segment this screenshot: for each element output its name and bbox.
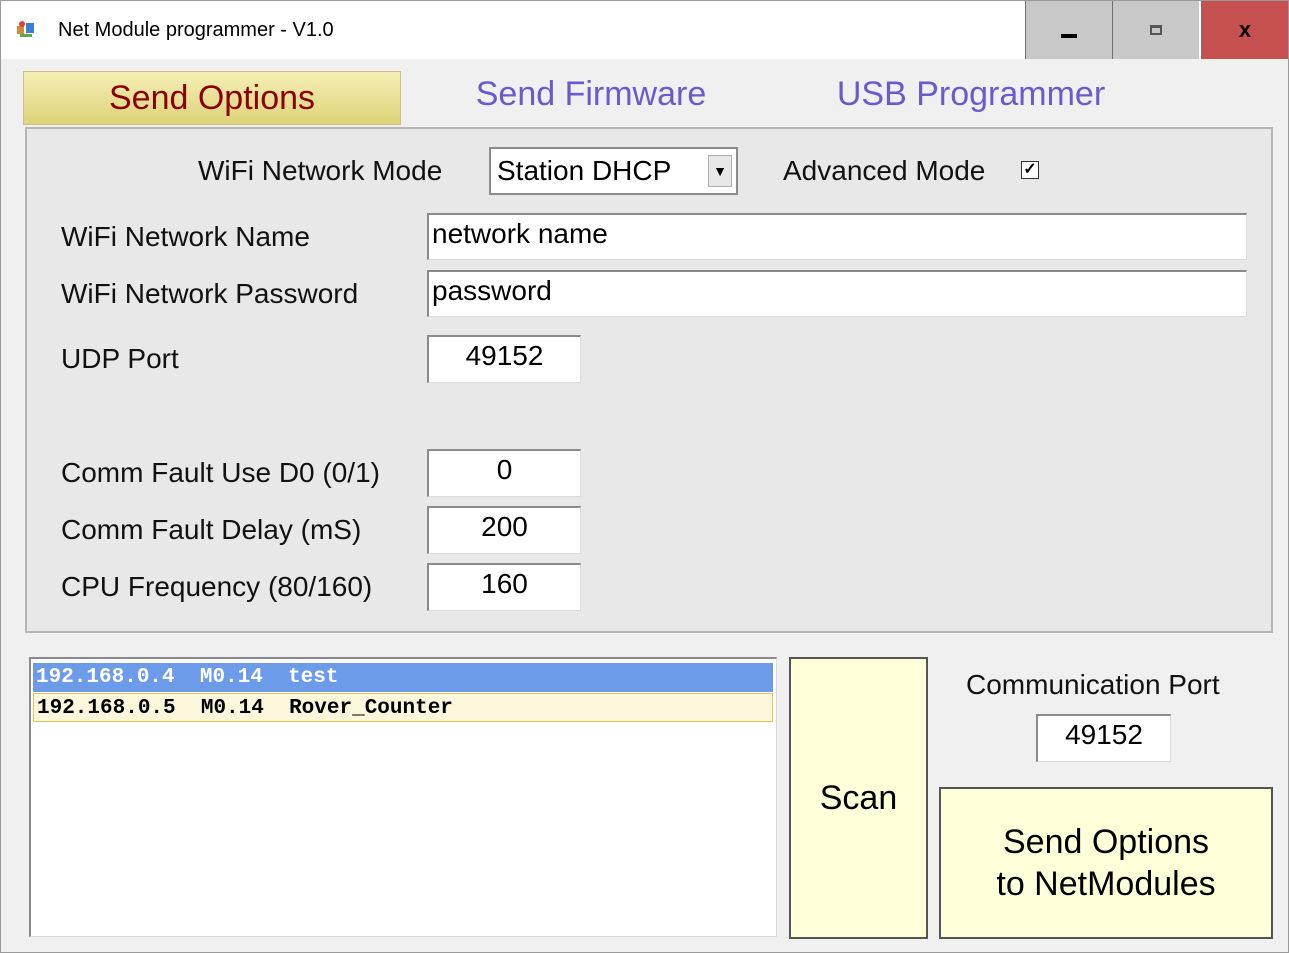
- device-version: M0.14: [199, 666, 263, 689]
- comm-fault-d0-field[interactable]: 0: [427, 449, 581, 497]
- cpu-frequency-label: CPU Frequency (80/160): [61, 571, 373, 602]
- udp-port-field[interactable]: 49152: [427, 335, 581, 383]
- comm-fault-delay-field[interactable]: 200: [427, 506, 581, 554]
- maximize-icon: [1150, 25, 1162, 35]
- network-password-field[interactable]: password: [427, 270, 1247, 317]
- scan-button[interactable]: Scan: [789, 657, 928, 939]
- comm-fault-d0-label: Comm Fault Use D0 (0/1): [61, 457, 380, 488]
- comm-fault-delay-label: Comm Fault Delay (mS): [61, 514, 362, 545]
- advanced-mode-label: Advanced Mode: [783, 155, 986, 186]
- device-version: M0.14: [200, 697, 264, 720]
- network-password-label: WiFi Network Password: [61, 278, 359, 309]
- list-item[interactable]: 192.168.0.4 M0.14 test: [33, 663, 773, 692]
- send-button-line1: Send Options: [1002, 823, 1210, 861]
- comm-port-field[interactable]: 49152: [1036, 714, 1171, 762]
- maximize-button[interactable]: [1112, 1, 1199, 59]
- app-icon: [17, 21, 34, 37]
- title-bar[interactable]: Net Module programmer - V1.0 x: [1, 1, 1288, 59]
- close-button[interactable]: x: [1201, 1, 1288, 59]
- network-name-field[interactable]: network name: [427, 213, 1247, 260]
- wifi-mode-label: WiFi Network Mode: [198, 155, 443, 186]
- comm-port-label: Communication Port: [966, 669, 1220, 700]
- minimize-icon: [1061, 34, 1077, 38]
- device-name: test: [288, 666, 339, 689]
- udp-port-label: UDP Port: [61, 343, 179, 374]
- chevron-down-icon[interactable]: ▼: [708, 155, 732, 187]
- device-name: Rover_Counter: [289, 697, 453, 720]
- list-item[interactable]: 192.168.0.5 M0.14 Rover_Counter: [33, 693, 773, 722]
- app-window: Net Module programmer - V1.0 x Send Opti…: [0, 0, 1289, 953]
- tab-usb-programmer[interactable]: USB Programmer: [801, 67, 1141, 121]
- minimize-button[interactable]: [1025, 1, 1112, 59]
- send-options-button[interactable]: Send Options to NetModules: [939, 787, 1273, 939]
- device-ip: 192.168.0.5: [37, 697, 176, 720]
- tab-send-firmware[interactable]: Send Firmware: [441, 67, 741, 121]
- wifi-mode-value: Station DHCP: [497, 155, 672, 186]
- device-ip: 192.168.0.4: [36, 666, 175, 689]
- advanced-mode-checkbox[interactable]: ✓: [1021, 161, 1039, 179]
- device-list[interactable]: 192.168.0.4 M0.14 test 192.168.0.5 M0.14…: [29, 657, 777, 937]
- close-icon: x: [1238, 17, 1252, 42]
- scan-button-label: Scan: [819, 778, 898, 817]
- window-title: Net Module programmer - V1.0: [58, 19, 334, 41]
- tab-send-options[interactable]: Send Options: [23, 71, 401, 125]
- network-name-label: WiFi Network Name: [61, 221, 310, 252]
- cpu-frequency-field[interactable]: 160: [427, 563, 581, 611]
- send-button-line2: to NetModules: [996, 865, 1216, 903]
- wifi-mode-select[interactable]: Station DHCP ▼: [489, 147, 738, 195]
- options-panel: [25, 127, 1273, 633]
